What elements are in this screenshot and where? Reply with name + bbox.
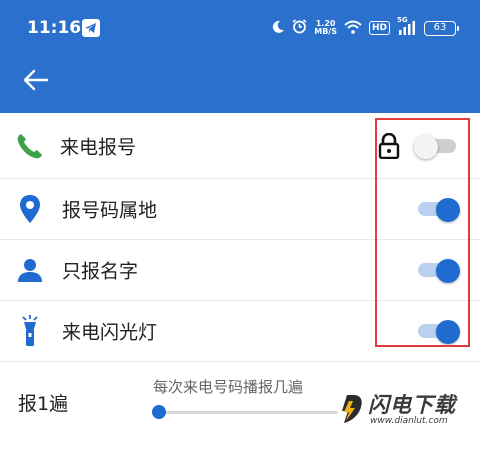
signal-icon: 5G xyxy=(397,17,417,36)
watermark-brand: 闪电下载 xyxy=(368,393,456,417)
status-time: 11:16 xyxy=(27,18,82,38)
app-bar xyxy=(0,58,480,113)
watermark-url: www.dianlut.com xyxy=(370,416,448,426)
setting-label: 只报名字 xyxy=(62,260,139,283)
network-speed: 1.20 MB/S xyxy=(314,20,337,36)
setting-label: 报号码属地 xyxy=(62,199,158,222)
location-pin-icon xyxy=(14,193,46,225)
battery-indicator: 63 xyxy=(424,20,459,36)
setting-label: 来电闪光灯 xyxy=(62,321,158,344)
settings-list: 来电报号 报号码属地 只报名字 来电闪光灯 xyxy=(0,113,480,362)
alarm-icon xyxy=(292,19,307,37)
repeat-count-label: 报1遍 xyxy=(18,393,69,415)
back-button[interactable] xyxy=(20,64,52,96)
status-bar: 11:16 1.20 MB/S HD 5G 63 xyxy=(0,0,480,58)
speed-unit: MB/S xyxy=(314,27,337,36)
setting-row-call-announce[interactable]: 来电报号 xyxy=(0,113,480,179)
flashlight-icon xyxy=(14,315,46,347)
lightning-logo-icon xyxy=(334,393,364,425)
setting-row-location[interactable]: 报号码属地 xyxy=(0,179,480,240)
flash-toggle[interactable] xyxy=(418,320,460,344)
repeat-count-slider[interactable] xyxy=(152,405,340,421)
telegram-icon xyxy=(82,19,100,37)
setting-row-name-only[interactable]: 只报名字 xyxy=(0,240,480,301)
slider-thumb[interactable] xyxy=(152,405,166,419)
status-icons: 1.20 MB/S HD 5G 63 xyxy=(271,16,459,40)
phone-icon xyxy=(14,130,46,162)
wifi-icon xyxy=(344,20,362,37)
moon-icon xyxy=(271,20,285,37)
location-toggle[interactable] xyxy=(418,198,460,222)
setting-row-flash[interactable]: 来电闪光灯 xyxy=(0,301,480,362)
repeat-hint: 每次来电号码播报几遍 xyxy=(153,378,304,396)
watermark: 闪电下载 www.dianlut.com xyxy=(334,389,474,433)
hd-badge: HD xyxy=(368,21,390,35)
arrow-left-icon xyxy=(23,69,49,91)
slider-track xyxy=(158,411,338,414)
lock-icon xyxy=(378,132,400,159)
setting-label: 来电报号 xyxy=(60,136,137,158)
call-announce-toggle[interactable] xyxy=(414,134,458,159)
name-only-toggle[interactable] xyxy=(418,259,460,283)
person-icon xyxy=(14,254,46,286)
